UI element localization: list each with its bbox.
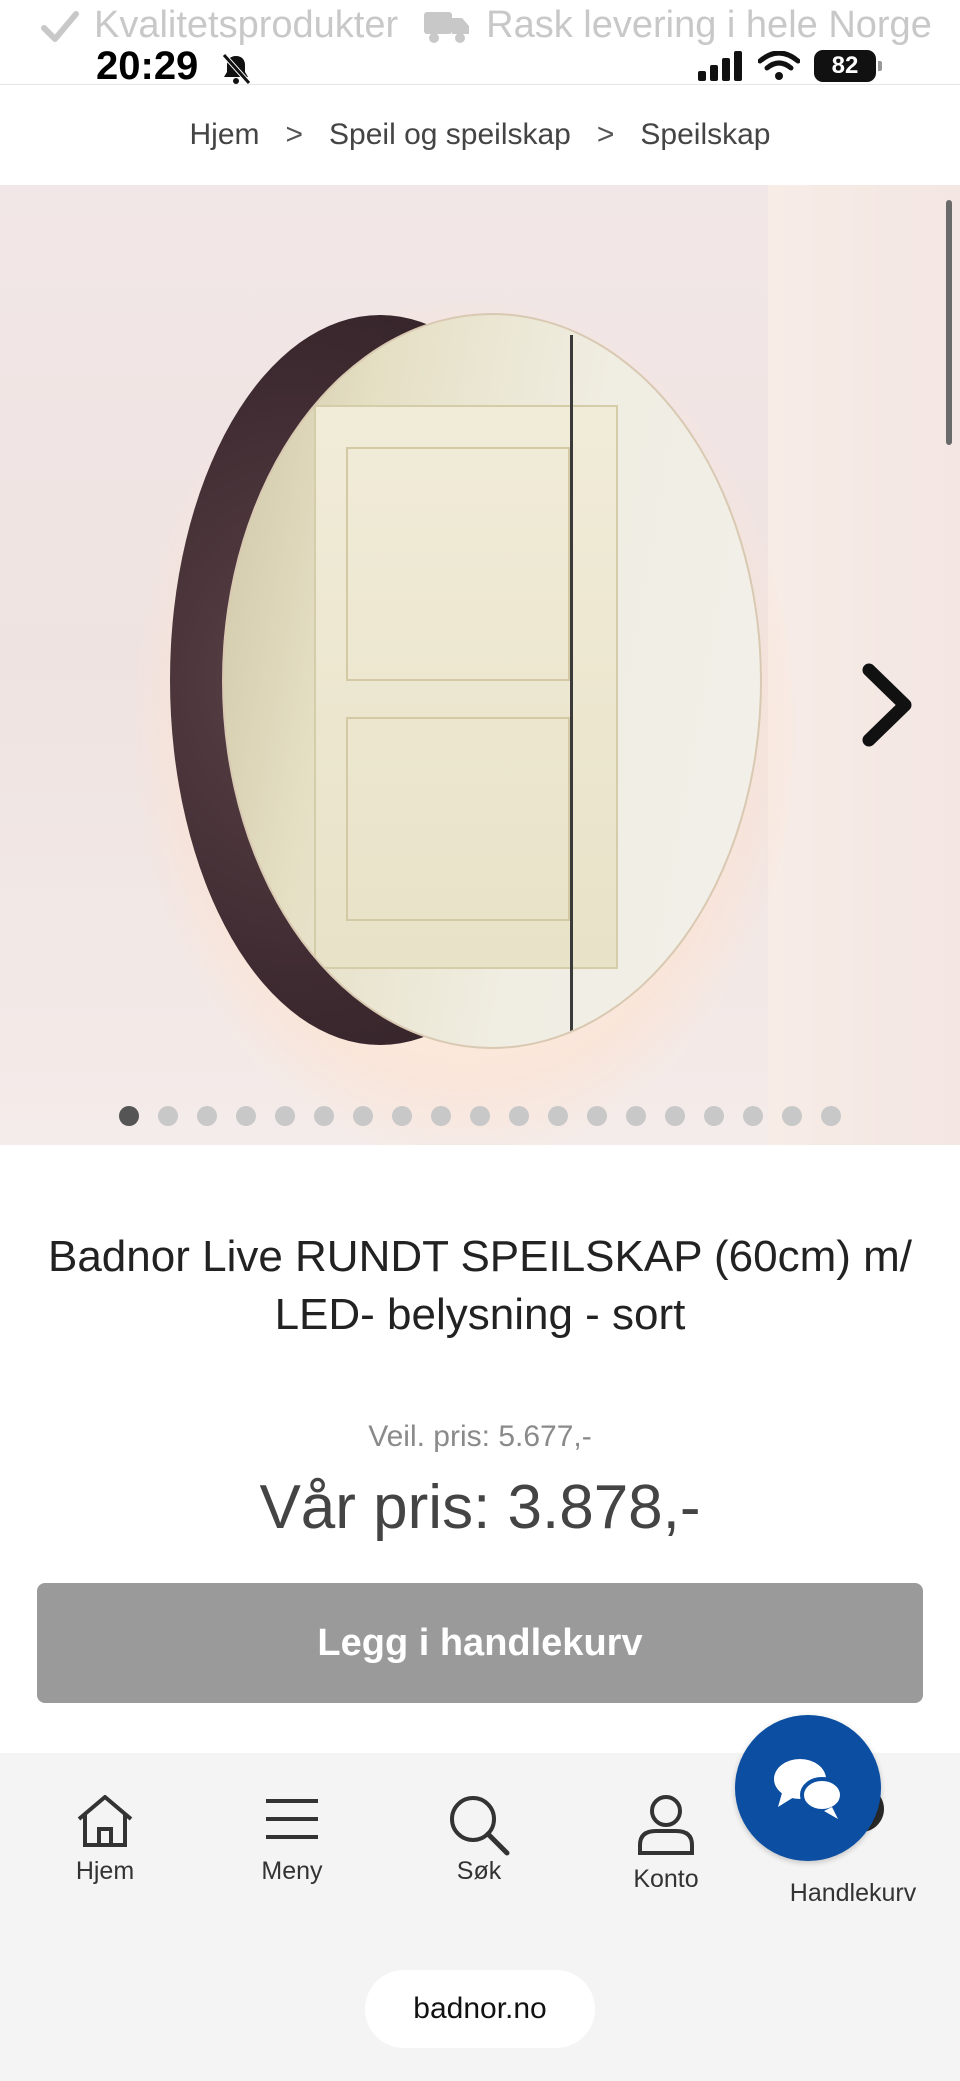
breadcrumb-item-home[interactable]: Hjem bbox=[190, 118, 260, 152]
product-image-mirror bbox=[222, 313, 762, 1049]
mirror-split-line bbox=[570, 335, 573, 1035]
wifi-icon bbox=[758, 51, 800, 80]
promo-text-quality: Kvalitetsprodukter bbox=[94, 4, 399, 46]
breadcrumb-separator: > bbox=[285, 118, 304, 151]
gallery-dot[interactable] bbox=[119, 1106, 139, 1126]
gallery-dot[interactable] bbox=[782, 1106, 802, 1126]
nav-item-account[interactable]: Konto bbox=[576, 1793, 756, 1894]
product-title: Badnor Live RUNDT SPEILSKAP (60cm) m/ LE… bbox=[47, 1232, 912, 1339]
door-panel-top bbox=[346, 447, 570, 681]
chat-icon bbox=[774, 1759, 844, 1819]
gallery-dot[interactable] bbox=[392, 1106, 412, 1126]
battery-level: 82 bbox=[831, 52, 859, 79]
nav-label-menu: Meny bbox=[261, 1857, 323, 1885]
promo-text-delivery: Rask levering i hele Norge bbox=[486, 4, 932, 46]
gallery-dot[interactable] bbox=[548, 1106, 568, 1126]
our-price: Vår pris: 3.878,- bbox=[259, 1473, 701, 1542]
nav-label-cart: Handlekurv bbox=[789, 1879, 917, 1907]
chevron-right-icon bbox=[862, 663, 912, 747]
check-icon bbox=[41, 10, 79, 42]
gallery-dot[interactable] bbox=[470, 1106, 490, 1126]
gallery-dot[interactable] bbox=[626, 1106, 646, 1126]
breadcrumb-separator: > bbox=[596, 118, 615, 151]
gallery-dot[interactable] bbox=[275, 1106, 295, 1126]
bell-muted-icon bbox=[222, 53, 251, 85]
nav-label-home: Hjem bbox=[75, 1857, 135, 1885]
breadcrumb-item-mirror-cabinets[interactable]: Speilskap bbox=[640, 118, 770, 152]
gallery-dot[interactable] bbox=[314, 1106, 334, 1126]
gallery-dot[interactable] bbox=[665, 1106, 685, 1126]
menu-icon bbox=[266, 1799, 318, 1839]
browser-url-bar[interactable]: badnor.no bbox=[365, 1970, 595, 2048]
signal-icon bbox=[698, 51, 742, 81]
nav-item-home[interactable]: Hjem bbox=[15, 1793, 195, 1886]
gallery-next-button[interactable] bbox=[852, 655, 922, 755]
gallery-dot[interactable] bbox=[197, 1106, 217, 1126]
gallery-dot[interactable] bbox=[431, 1106, 451, 1126]
breadcrumb-item-mirrors[interactable]: Speil og speilskap bbox=[329, 118, 571, 152]
gallery-dot[interactable] bbox=[509, 1106, 529, 1126]
add-to-cart-button[interactable]: Legg i handlekurv bbox=[37, 1583, 923, 1703]
truck-icon bbox=[424, 11, 470, 43]
promo-bar: Kvalitetsprodukter Rask levering i hele … bbox=[0, 0, 960, 88]
nav-item-search[interactable]: Søk bbox=[389, 1793, 569, 1886]
gallery-dot[interactable] bbox=[704, 1106, 724, 1126]
breadcrumb: Hjem > Speil og speilskap > Speilskap bbox=[0, 85, 960, 185]
gallery-dot[interactable] bbox=[353, 1106, 373, 1126]
gallery-dot[interactable] bbox=[236, 1106, 256, 1126]
status-time: 20:29 bbox=[96, 44, 199, 88]
nav-label-account: Konto bbox=[633, 1865, 699, 1893]
battery-indicator: 82 bbox=[814, 50, 882, 82]
status-indicators: 82 bbox=[698, 50, 882, 82]
search-icon bbox=[450, 1796, 510, 1856]
nav-label-search: Søk bbox=[456, 1857, 502, 1885]
gallery-dot[interactable] bbox=[743, 1106, 763, 1126]
recommended-price: Veil. pris: 5.677,- bbox=[368, 1420, 592, 1453]
nav-item-menu[interactable]: Meny bbox=[202, 1793, 382, 1886]
gallery-dot[interactable] bbox=[821, 1106, 841, 1126]
promo-line: Kvalitetsprodukter Rask levering i hele … bbox=[40, 4, 932, 47]
product-image-gallery[interactable] bbox=[0, 185, 960, 1145]
page-scrollbar[interactable] bbox=[946, 200, 952, 445]
user-icon bbox=[638, 1795, 694, 1855]
gallery-pagination bbox=[0, 1106, 960, 1134]
gallery-dot[interactable] bbox=[158, 1106, 178, 1126]
door-panel-bottom bbox=[346, 717, 570, 921]
browser-url: badnor.no bbox=[413, 1992, 547, 2025]
chat-button[interactable] bbox=[735, 1715, 881, 1861]
nav-item-cart[interactable]: Handlekurv bbox=[763, 1871, 943, 1908]
home-icon bbox=[77, 1795, 133, 1847]
gallery-dot[interactable] bbox=[587, 1106, 607, 1126]
